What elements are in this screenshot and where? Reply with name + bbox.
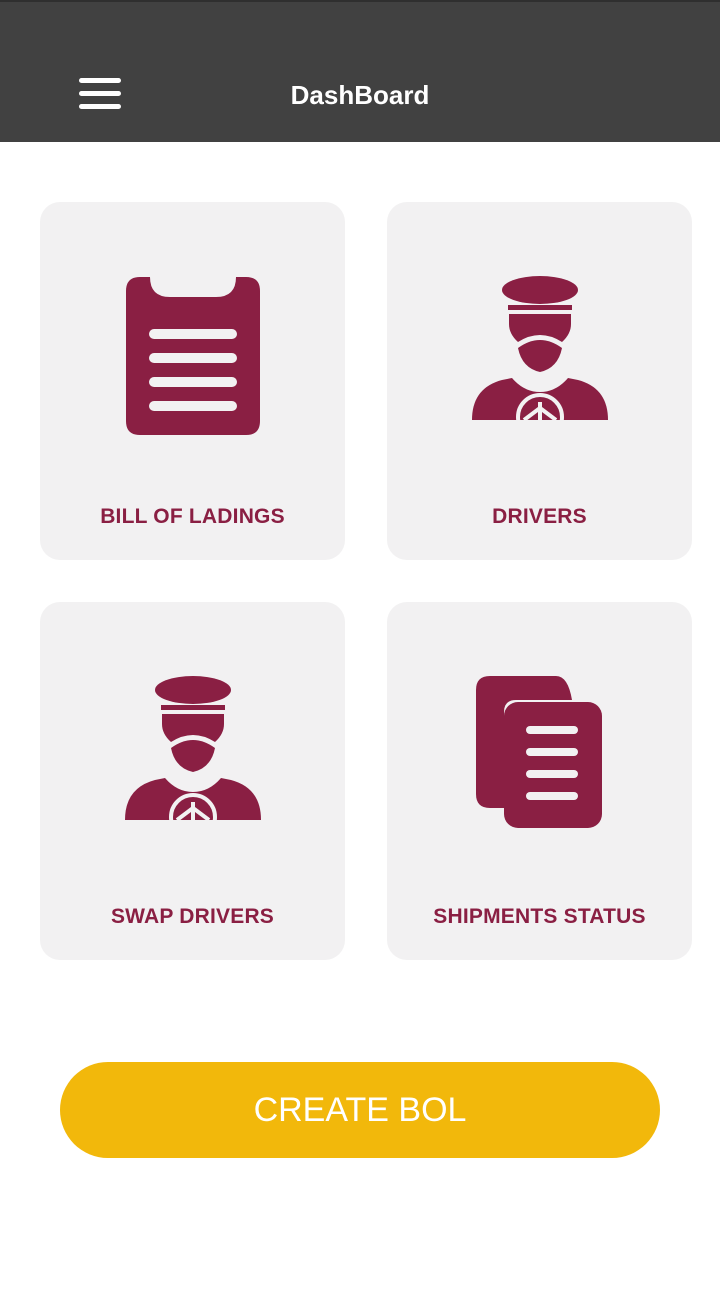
- tile-label: SWAP DRIVERS: [110, 905, 275, 928]
- tile-drivers[interactable]: DRIVERS: [387, 202, 692, 560]
- clipboard-list-icon: [126, 277, 260, 435]
- app-bar: DashBoard: [0, 0, 720, 142]
- tile-swap-drivers[interactable]: SWAP DRIVERS: [40, 602, 345, 960]
- documents-icon: [476, 676, 602, 828]
- page-title: DashBoard: [290, 80, 430, 110]
- driver-icon: [472, 276, 608, 420]
- driver-icon: [125, 676, 261, 820]
- tile-bill-of-ladings[interactable]: BILL OF LADINGS: [40, 202, 345, 560]
- tile-label: DRIVERS: [492, 505, 587, 528]
- tile-label: SHIPMENTS STATUS: [433, 905, 646, 928]
- create-bol-button[interactable]: CREATE BOL: [60, 1062, 660, 1158]
- tile-shipments-status[interactable]: SHIPMENTS STATUS: [387, 602, 692, 960]
- tile-label: BILL OF LADINGS: [100, 505, 285, 528]
